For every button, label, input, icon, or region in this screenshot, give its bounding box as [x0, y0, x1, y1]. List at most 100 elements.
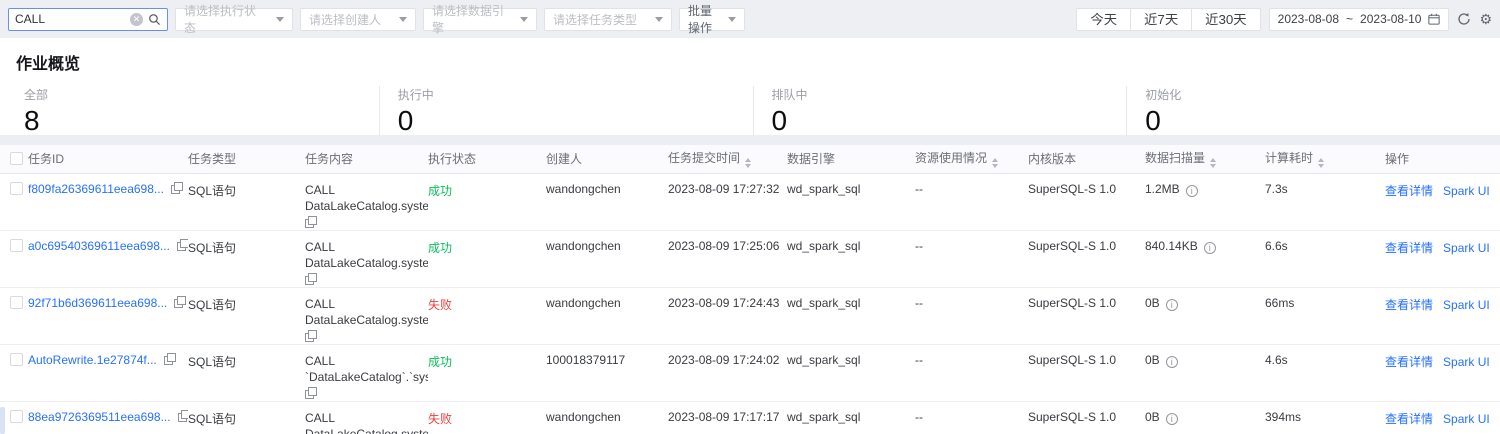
search-icon[interactable]: [148, 13, 161, 26]
copy-icon[interactable]: [305, 272, 317, 285]
topbar-right-group: 今天 近7天 近30天 2023-08-08 ~ 2023-08-10 ⚙: [1076, 7, 1492, 31]
select-placeholder: 请选择任务类型: [553, 12, 638, 27]
actions-cell: 查看详情 Spark UI: [1385, 230, 1500, 288]
copy-icon[interactable]: [305, 329, 317, 342]
copy-icon[interactable]: [177, 409, 188, 422]
task-type: SQL语句: [188, 240, 237, 255]
info-icon[interactable]: [1203, 241, 1216, 254]
task-content-cell: CALL DataLakeCatalog.system.re...: [305, 173, 428, 231]
sort-icon[interactable]: [1210, 158, 1217, 169]
task-content-cell: CALL `DataLakeCatalog`.`system...: [305, 344, 428, 402]
copy-icon[interactable]: [170, 181, 183, 194]
view-detail-link[interactable]: 查看详情: [1385, 412, 1433, 426]
creator: wandongchen: [546, 181, 621, 196]
column-label: 执行状态: [428, 152, 477, 167]
row-checkbox[interactable]: [10, 181, 23, 195]
column-header-compute_time[interactable]: 计算耗时: [1265, 145, 1385, 174]
resource-usage-cell: --: [915, 173, 1028, 231]
engine-cell: wd_spark_sql: [787, 401, 915, 434]
column-label: 数据引擎: [787, 152, 836, 167]
refresh-icon[interactable]: [1457, 12, 1471, 26]
engine-filter-select[interactable]: 请选择数据引擎: [423, 4, 537, 35]
submit-time-cell: 2023-08-09 17:17:17: [668, 401, 787, 434]
column-header-resource_usage[interactable]: 资源使用情况: [915, 145, 1028, 174]
row-checkbox[interactable]: [10, 295, 23, 309]
creator-cell: wandongchen: [546, 287, 668, 345]
creator-cell: 100018379117: [546, 344, 668, 402]
calendar-icon: [1428, 13, 1441, 25]
sort-icon[interactable]: [992, 158, 999, 169]
column-header-submit_time[interactable]: 任务提交时间: [668, 145, 787, 174]
task-type-filter-select[interactable]: 请选择任务类型: [544, 7, 672, 31]
row-checkbox[interactable]: [10, 238, 23, 252]
batch-action-select[interactable]: 批量操作: [679, 4, 745, 35]
info-icon[interactable]: [1165, 355, 1178, 368]
kernel-version: SuperSQL-S 1.0: [1028, 409, 1117, 424]
select-placeholder: 请选择创建人: [309, 12, 382, 27]
job-overview-section: 作业概览 全部 8 执行中 0 排队中 0 初始化 0: [0, 38, 1500, 138]
column-header-data_scanned[interactable]: 数据扫描量: [1145, 145, 1265, 174]
view-detail-link[interactable]: 查看详情: [1385, 241, 1433, 255]
compute-time-cell: 394ms: [1265, 401, 1385, 434]
search-box[interactable]: ✕: [8, 7, 168, 31]
last-30-days-button[interactable]: 近30天: [1191, 7, 1261, 31]
spark-ui-link[interactable]: Spark UI: [1443, 298, 1490, 312]
clear-search-icon[interactable]: ✕: [130, 12, 143, 26]
copy-icon[interactable]: [305, 215, 317, 228]
task-content-line1: CALL: [305, 296, 336, 311]
task-id-link[interactable]: 88ea9726369511eea698...: [28, 410, 171, 424]
engine: wd_spark_sql: [787, 409, 861, 424]
column-label: 操作: [1385, 152, 1410, 167]
engine: wd_spark_sql: [787, 238, 861, 253]
column-label: 任务提交时间: [668, 151, 741, 166]
view-detail-link[interactable]: 查看详情: [1385, 298, 1433, 312]
copy-icon[interactable]: [176, 238, 188, 251]
row-checkbox[interactable]: [10, 352, 23, 366]
task-id-link[interactable]: f809fa26369611eea698...: [28, 182, 164, 196]
info-icon[interactable]: [1165, 412, 1178, 425]
spark-ui-link[interactable]: Spark UI: [1443, 184, 1490, 198]
task-content-line2: DataLakeCatalog.system.re...: [305, 426, 428, 434]
gear-icon[interactable]: ⚙: [1479, 12, 1492, 26]
table-row: f809fa26369611eea698... SQL语句 CALL DataL…: [0, 173, 1500, 231]
copy-icon[interactable]: [305, 386, 317, 399]
spark-ui-link[interactable]: Spark UI: [1443, 355, 1490, 369]
today-button[interactable]: 今天: [1076, 7, 1132, 31]
date-range-picker[interactable]: 2023-08-08 ~ 2023-08-10: [1268, 7, 1450, 31]
actions-cell: 查看详情 Spark UI: [1385, 344, 1500, 402]
creator-filter-select[interactable]: 请选择创建人: [300, 7, 416, 31]
copy-icon[interactable]: [163, 352, 176, 365]
select-all-checkbox[interactable]: [10, 151, 23, 165]
date-range-end: 2023-08-10: [1360, 12, 1422, 26]
actions-cell: 查看详情 Spark UI: [1385, 173, 1500, 231]
info-icon[interactable]: [1165, 298, 1178, 311]
stat-label: 排队中: [771, 88, 808, 102]
kernel-version: SuperSQL-S 1.0: [1028, 181, 1117, 196]
engine-cell: wd_spark_sql: [787, 344, 915, 402]
task-id-link[interactable]: a0c69540369611eea698...: [28, 239, 170, 253]
resource-usage: --: [915, 352, 923, 367]
status-filter-select[interactable]: 请选择执行状态: [175, 4, 293, 35]
sort-icon[interactable]: [1318, 158, 1325, 169]
info-icon[interactable]: [1185, 184, 1198, 197]
engine: wd_spark_sql: [787, 352, 861, 367]
search-input[interactable]: [15, 12, 125, 26]
stat-initializing: 初始化 0: [1126, 86, 1500, 138]
view-detail-link[interactable]: 查看详情: [1385, 355, 1433, 369]
spark-ui-link[interactable]: Spark UI: [1443, 412, 1490, 426]
data-scanned: 1.2MB: [1145, 181, 1180, 196]
kernel-version: SuperSQL-S 1.0: [1028, 295, 1117, 310]
view-detail-link[interactable]: 查看详情: [1385, 184, 1433, 198]
row-checkbox[interactable]: [10, 409, 23, 423]
sort-icon[interactable]: [745, 158, 752, 169]
compute-time-cell: 6.6s: [1265, 230, 1385, 288]
kernel-version-cell: SuperSQL-S 1.0: [1028, 401, 1145, 434]
task-id-link[interactable]: AutoRewrite.1e27874f...: [28, 353, 157, 367]
task-id-link[interactable]: 92f71b6d369611eea698...: [28, 296, 167, 310]
spark-ui-link[interactable]: Spark UI: [1443, 241, 1490, 255]
left-scrollbar-thumb[interactable]: [0, 407, 5, 434]
creator: wandongchen: [546, 295, 621, 310]
last-7-days-button[interactable]: 近7天: [1130, 7, 1193, 31]
copy-icon[interactable]: [174, 295, 187, 308]
status-text: 成功: [428, 354, 453, 369]
